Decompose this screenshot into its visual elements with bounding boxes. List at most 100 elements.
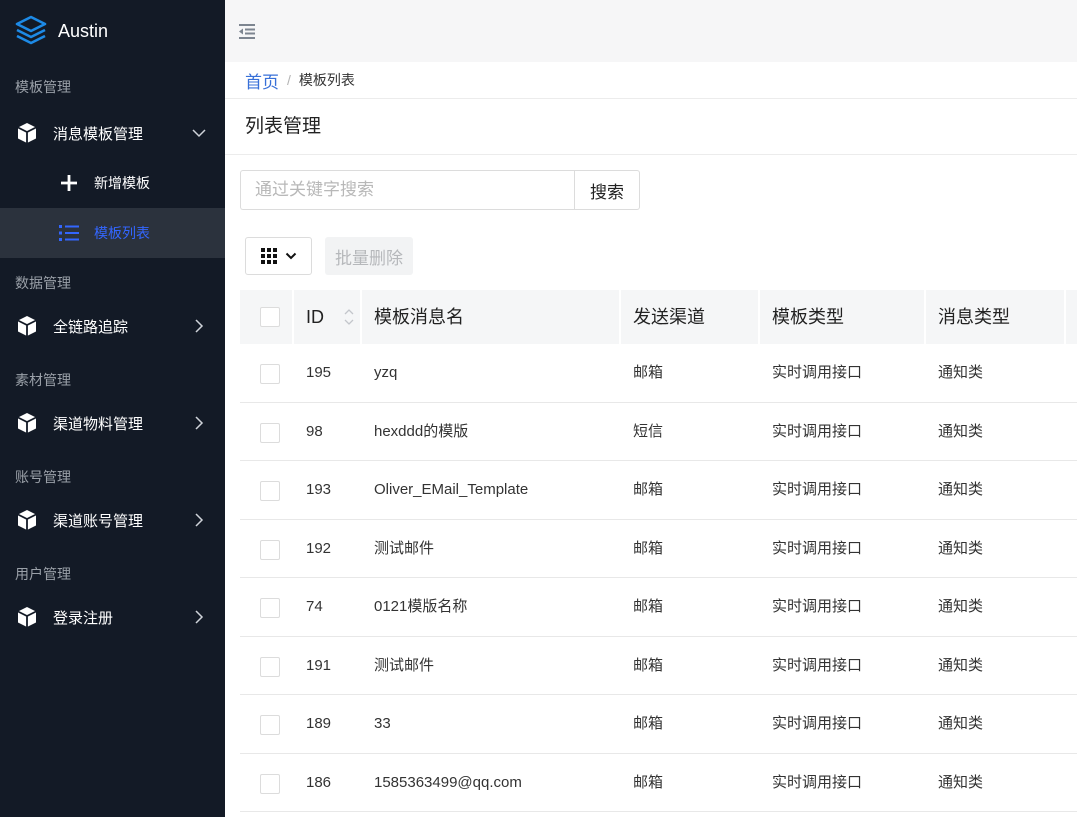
row-checkbox[interactable] [260, 715, 280, 735]
column-header-id[interactable]: ID [306, 290, 324, 344]
column-divider [360, 290, 362, 344]
group-title-account: 账号管理 [15, 469, 71, 485]
table-row[interactable]: 195 yzq 邮箱 实时调用接口 通知类 [240, 344, 1077, 403]
template-table: ID 模板消息名 发送渠道 模板类型 消息类型 195 yzq 邮箱 实时调用接口 通知… [240, 290, 1077, 812]
menu-fold-icon[interactable] [237, 21, 257, 41]
sort-icon[interactable] [342, 308, 356, 326]
cell-id: 189 [306, 715, 332, 732]
page-title: 列表管理 [225, 99, 1077, 155]
sidebar-item-template-mgmt[interactable]: 消息模板管理 [0, 108, 225, 158]
column-divider [1064, 290, 1066, 344]
logo-icon [15, 15, 47, 45]
cell-name: 33 [374, 715, 391, 732]
breadcrumb: 首页 / 模板列表 [225, 62, 1077, 99]
search-input[interactable] [240, 170, 574, 210]
column-divider [924, 290, 926, 344]
cell-name: 1585363499@qq.com [374, 773, 522, 791]
chevron-down-icon [285, 252, 296, 260]
cell-template-type: 实时调用接口 [772, 422, 863, 440]
brand[interactable]: Austin [0, 0, 225, 62]
sidebar-item-label: 渠道物料管理 [53, 415, 144, 433]
row-checkbox[interactable] [260, 773, 280, 794]
sidebar-item-trace[interactable]: 全链路追踪 [0, 301, 225, 351]
sidebar-item-material[interactable]: 渠道物料管理 [0, 398, 225, 448]
plus-icon [61, 175, 77, 191]
group-title-material: 素材管理 [15, 372, 71, 388]
table-row[interactable]: 74 0121模版名称 邮箱 实时调用接口 通知类 [240, 578, 1077, 637]
breadcrumb-home[interactable]: 首页 [245, 68, 279, 93]
sidebar-item-new-template[interactable]: 新增模板 [0, 158, 225, 208]
table-toolbar: 批量删除 [245, 237, 413, 275]
batch-delete-button[interactable]: 批量删除 [325, 237, 413, 275]
cube-icon [17, 510, 37, 530]
cell-message-type: 通知类 [938, 656, 984, 674]
column-divider [758, 290, 760, 344]
column-header-template-type: 模板类型 [772, 307, 844, 327]
column-header-message-type: 消息类型 [938, 307, 1010, 327]
row-checkbox[interactable] [260, 422, 280, 443]
row-checkbox[interactable] [260, 481, 280, 501]
table-row[interactable]: 186 1585363499@qq.com 邮箱 实时调用接口 通知类 [240, 754, 1077, 812]
cell-channel: 邮箱 [633, 481, 664, 498]
column-header-channel: 发送渠道 [633, 307, 705, 327]
cell-id: 98 [306, 422, 323, 440]
column-divider [292, 290, 294, 344]
chevron-right-icon[interactable] [191, 318, 207, 334]
sidebar-item-account[interactable]: 渠道账号管理 [0, 495, 225, 545]
cell-template-type: 实时调用接口 [772, 715, 863, 732]
cell-name: 测试邮件 [374, 539, 435, 557]
cell-message-type: 通知类 [938, 773, 984, 791]
app-name: Austin [58, 20, 109, 41]
table-row[interactable]: 189 33 邮箱 实时调用接口 通知类 [240, 695, 1077, 754]
table-row[interactable]: 192 测试邮件 邮箱 实时调用接口 通知类 [240, 520, 1077, 578]
breadcrumb-separator: / [287, 72, 291, 88]
chevron-down-icon[interactable] [191, 125, 207, 141]
cube-icon [17, 316, 37, 336]
row-checkbox[interactable] [260, 539, 280, 560]
sidebar-item-template-list[interactable]: 模板列表 [0, 208, 225, 258]
column-header-name: 模板消息名 [374, 307, 464, 327]
cell-template-type: 实时调用接口 [772, 656, 863, 674]
cell-id: 186 [306, 773, 332, 791]
sidebar-item-label: 登录注册 [53, 609, 114, 627]
search-button[interactable]: 搜索 [574, 170, 640, 210]
column-settings-button[interactable] [245, 237, 312, 275]
cell-name: Oliver_EMail_Template [374, 481, 529, 498]
cube-icon [17, 413, 37, 433]
cell-name: yzq [374, 364, 398, 381]
cell-id: 195 [306, 364, 332, 381]
row-checkbox[interactable] [260, 364, 280, 384]
search-bar: 搜索 [240, 170, 640, 210]
main-content: 首页 / 模板列表 列表管理 搜索 批量删除 ID [225, 0, 1077, 817]
grid-icon [260, 248, 277, 264]
row-checkbox[interactable] [260, 598, 280, 618]
sidebar-item-label: 模板列表 [94, 225, 150, 241]
sidebar-item-label: 消息模板管理 [53, 125, 144, 143]
cell-name: hexddd的模版 [374, 422, 469, 440]
cell-id: 192 [306, 539, 332, 557]
cell-channel: 邮箱 [633, 656, 664, 674]
cube-icon [17, 123, 37, 143]
table-row[interactable]: 193 Oliver_EMail_Template 邮箱 实时调用接口 通知类 [240, 461, 1077, 520]
group-title-template: 模板管理 [15, 79, 71, 95]
cell-channel: 邮箱 [633, 364, 664, 381]
chevron-right-icon[interactable] [191, 609, 207, 625]
table-body: 195 yzq 邮箱 实时调用接口 通知类 98 hexddd的模版 短信 实时调用接口 通知类 1… [240, 344, 1077, 812]
select-all-checkbox[interactable] [260, 307, 280, 327]
list-icon [59, 225, 79, 241]
sidebar-item-label: 全链路追踪 [53, 318, 129, 336]
cell-template-type: 实时调用接口 [772, 539, 863, 557]
cube-icon [17, 607, 37, 627]
cell-id: 193 [306, 481, 332, 498]
row-checkbox[interactable] [260, 656, 280, 677]
table-row[interactable]: 191 测试邮件 邮箱 实时调用接口 通知类 [240, 637, 1077, 695]
chevron-right-icon[interactable] [191, 415, 207, 431]
chevron-right-icon[interactable] [191, 512, 207, 528]
table-header: ID 模板消息名 发送渠道 模板类型 消息类型 [240, 290, 1077, 344]
cell-id: 191 [306, 656, 332, 674]
table-row[interactable]: 98 hexddd的模版 短信 实时调用接口 通知类 [240, 403, 1077, 461]
sidebar-item-login[interactable]: 登录注册 [0, 592, 225, 642]
group-title-data: 数据管理 [15, 275, 71, 291]
topbar [225, 0, 1077, 62]
sidebar-item-label: 渠道账号管理 [53, 512, 144, 530]
